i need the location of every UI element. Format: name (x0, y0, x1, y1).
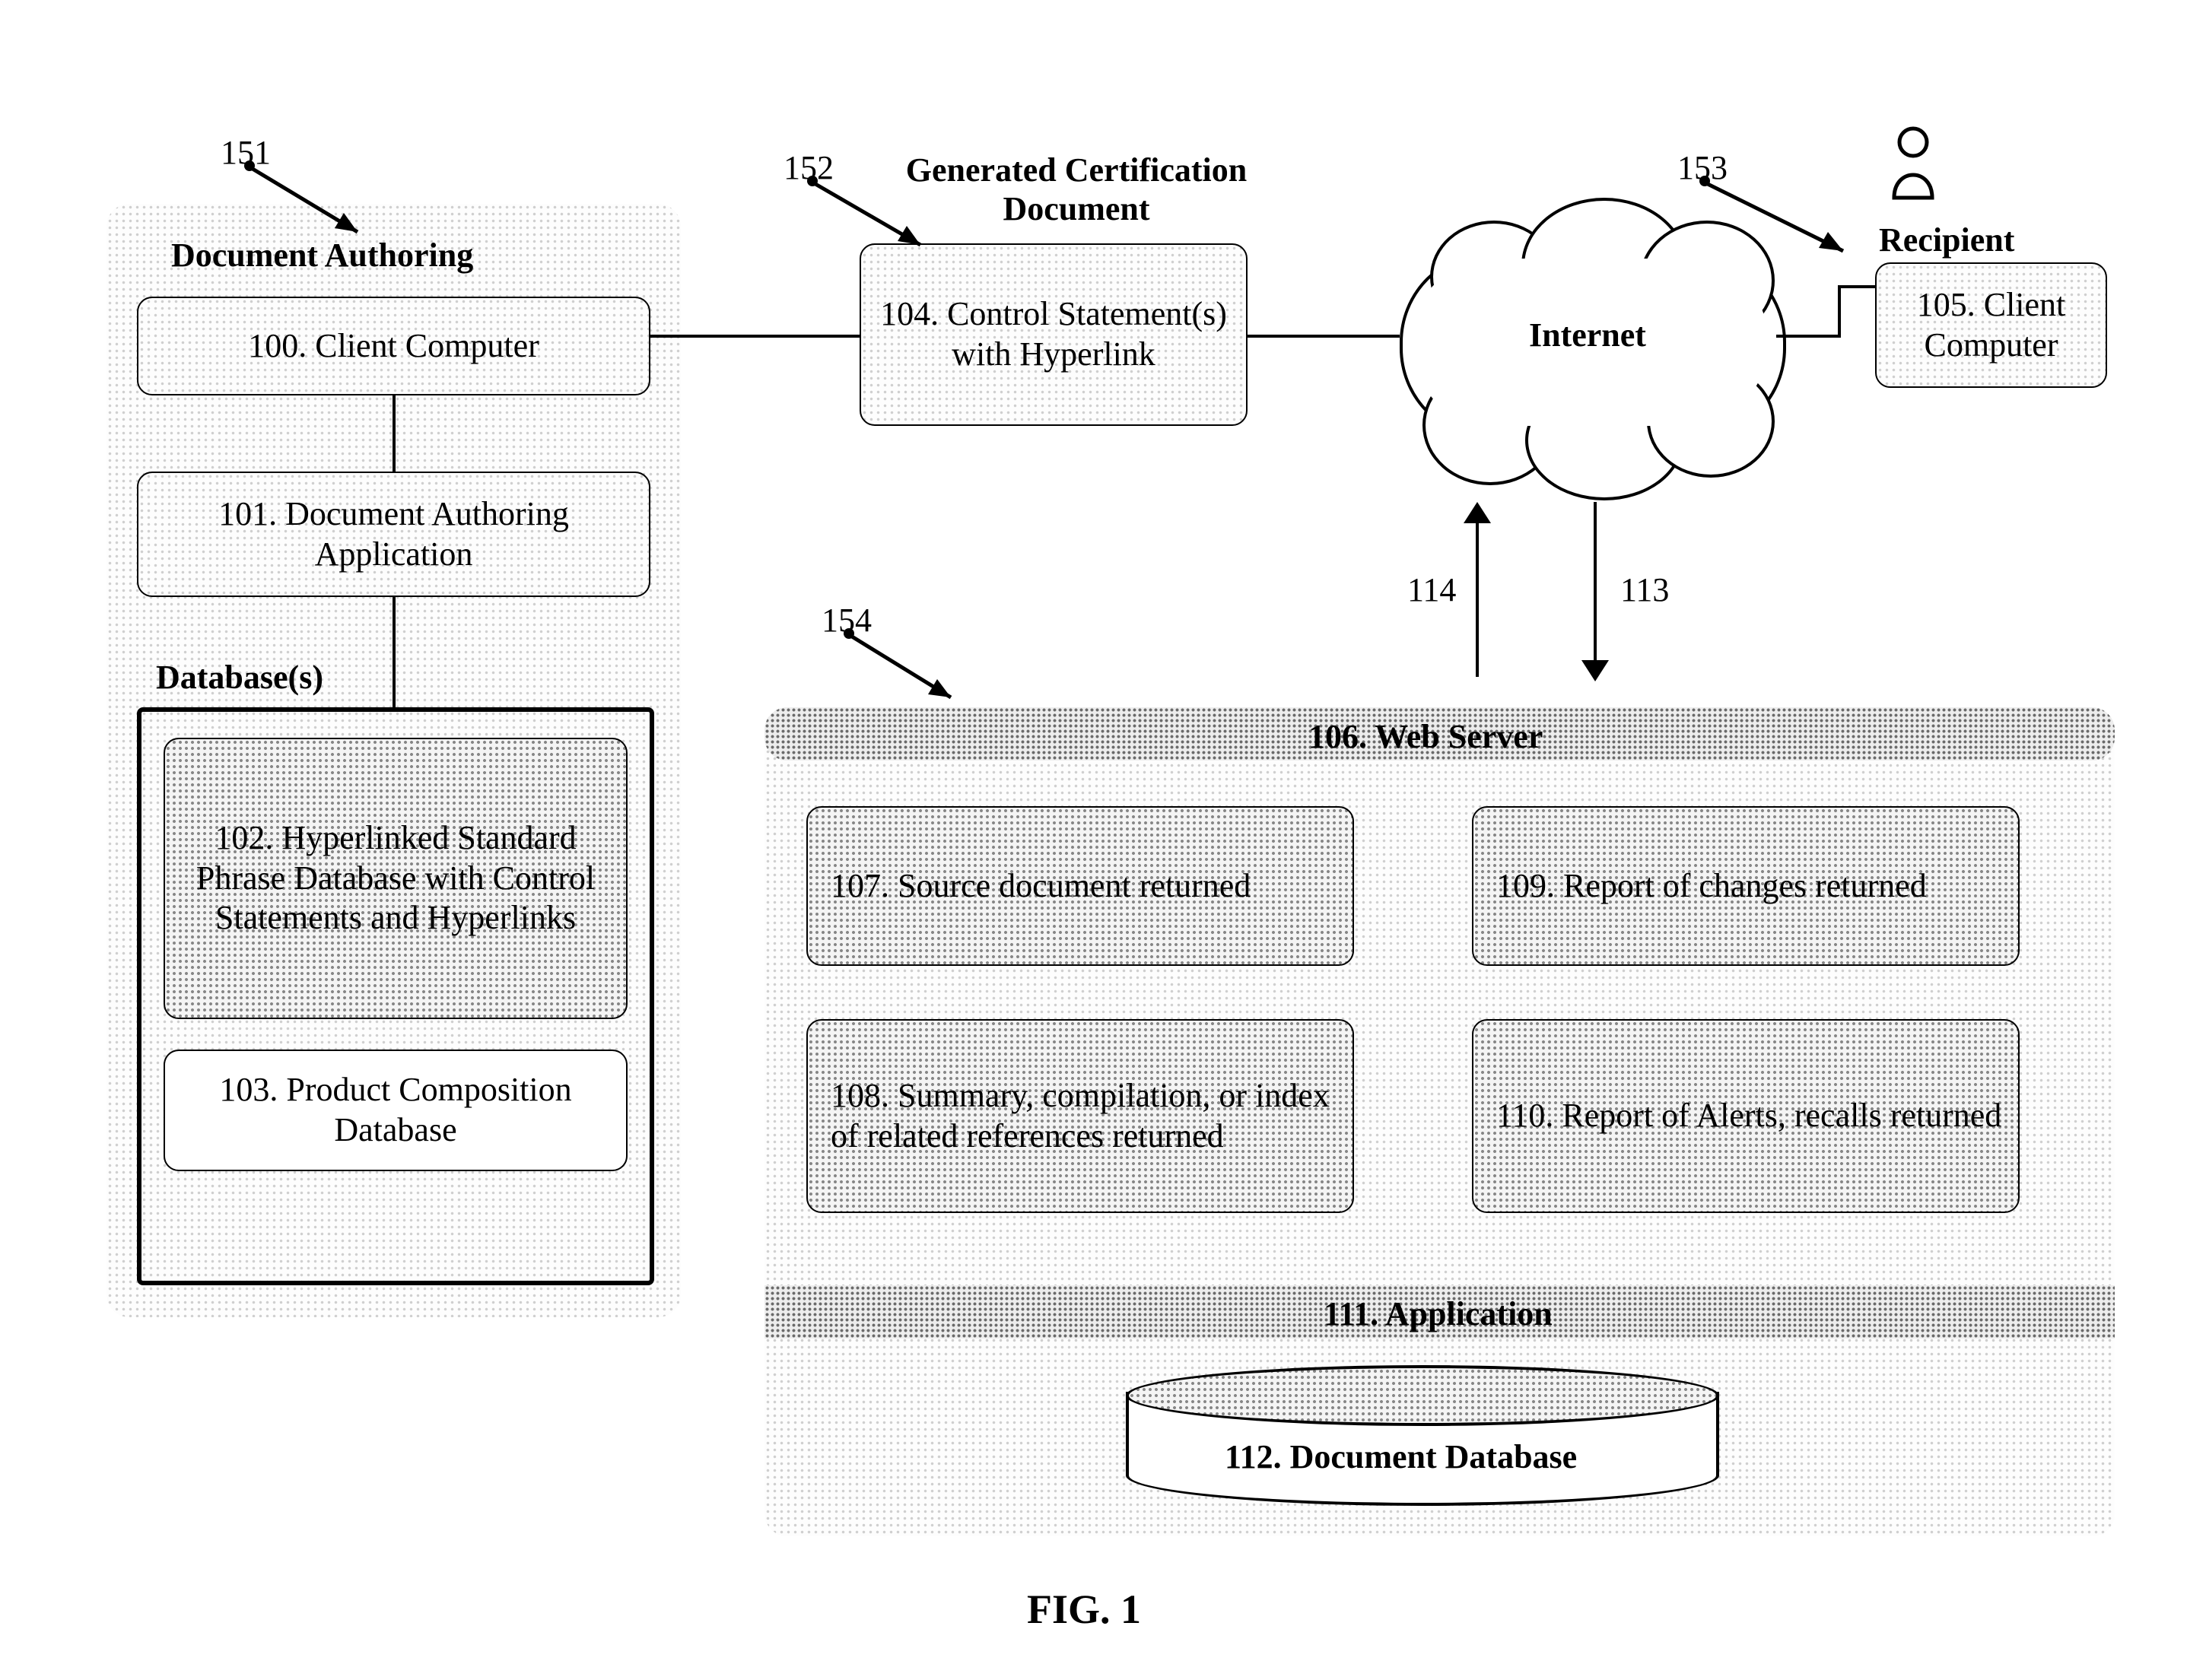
databases-title: Database(s) (156, 658, 323, 697)
box-105-text: 105. Client Computer (1884, 285, 2098, 366)
box-105-recipient-client: 105. Client Computer (1875, 262, 2107, 388)
figure-caption: FIG. 1 (1027, 1586, 1141, 1633)
box-107-text: 107. Source document returned (831, 866, 1251, 907)
connector-internet-recipient-v (1838, 285, 1841, 338)
box-110-text: 110. Report of Alerts, recalls returned (1496, 1096, 2001, 1136)
connector-100-101 (393, 395, 396, 472)
connector-101-db (393, 597, 396, 707)
box-103-product-db: 103. Product Composition Database (164, 1050, 628, 1171)
arrow-152 (806, 175, 943, 262)
connector-104-internet (1248, 335, 1400, 338)
recipient-title: Recipient (1879, 221, 2014, 259)
bar-111-text: 111. Application (1324, 1294, 1553, 1333)
ref-114: 114 (1407, 570, 1456, 609)
arrow-113-head-down (1581, 660, 1609, 681)
box-110: 110. Report of Alerts, recalls returned (1472, 1019, 2020, 1213)
bar-106-text: 106. Web Server (1308, 717, 1543, 756)
box-109-text: 109. Report of changes returned (1496, 866, 1927, 907)
box-108-text: 108. Summary, compilation, or index of r… (831, 1076, 1345, 1157)
connector-internet-recipient-h (1776, 335, 1841, 338)
internet-label: Internet (1529, 316, 1646, 354)
arrow-151 (243, 160, 380, 251)
box-101-text: 101. Document Authoring Application (146, 494, 641, 575)
box-108: 108. Summary, compilation, or index of r… (806, 1019, 1354, 1213)
box-104-cert-doc: 104. Control Statement(s) with Hyperlink (860, 243, 1248, 426)
arrow-153 (1699, 175, 1866, 270)
cylinder-112-top (1126, 1365, 1719, 1426)
box-100-client-computer: 100. Client Computer (137, 297, 650, 395)
person-icon (1883, 125, 1944, 202)
connector-100-104 (650, 335, 860, 338)
box-103-text: 103. Product Composition Database (173, 1070, 618, 1151)
diagram-stage: Document Authoring 100. Client Computer … (0, 0, 2206, 1680)
box-107: 107. Source document returned (806, 806, 1354, 966)
ref-113: 113 (1620, 570, 1669, 609)
arrow-114-head-up (1464, 502, 1491, 523)
arrow-114-shaft (1476, 517, 1479, 677)
connector-internet-recipient-h2 (1838, 285, 1876, 288)
box-102-text: 102. Hyperlinked Standard Phrase Databas… (173, 818, 618, 938)
box-101-authoring-app: 101. Document Authoring Application (137, 472, 650, 597)
box-102-phrase-db: 102. Hyperlinked Standard Phrase Databas… (164, 738, 628, 1019)
box-104-text: 104. Control Statement(s) with Hyperlink (869, 294, 1238, 375)
box-109: 109. Report of changes returned (1472, 806, 2020, 966)
cylinder-112-text: 112. Document Database (1225, 1437, 1577, 1476)
box-100-text: 100. Client Computer (248, 326, 539, 367)
arrow-154 (843, 627, 972, 715)
arrow-113-shaft (1594, 502, 1597, 662)
